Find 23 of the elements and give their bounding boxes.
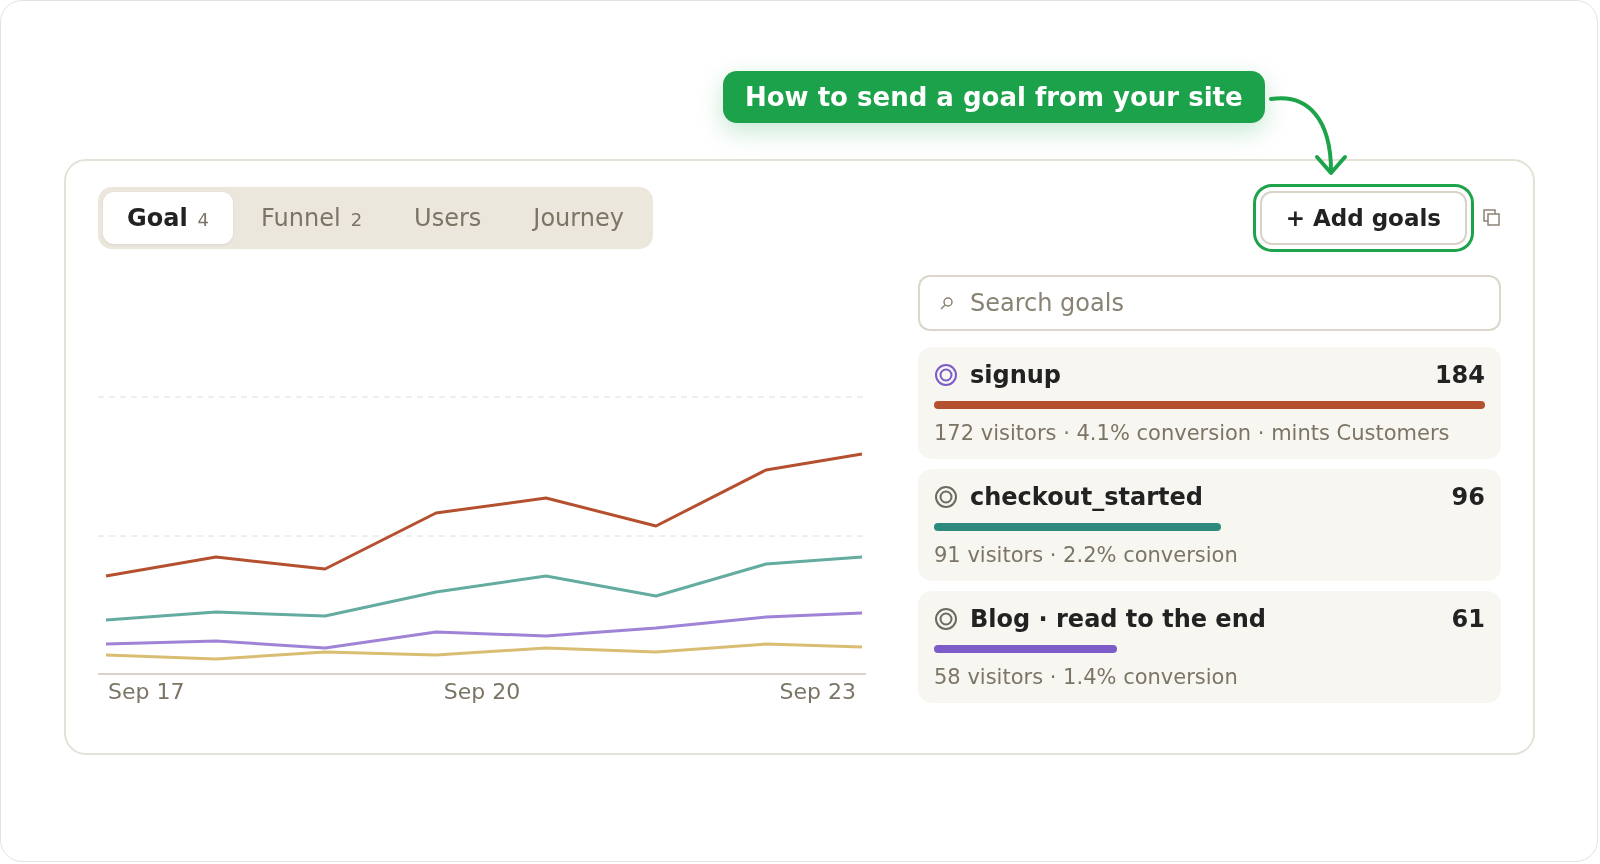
axis-label: Sep 17: [108, 679, 185, 704]
tab[interactable]: Journey: [509, 192, 648, 244]
goal-count: 61: [1451, 605, 1485, 633]
goal-card[interactable]: Blog · read to the end 61 58 visitors · 1.4% conversion: [918, 591, 1501, 703]
search-field[interactable]: Search goals: [918, 275, 1501, 331]
copy-icon[interactable]: [1483, 209, 1501, 227]
callout-banner: How to send a goal from your site: [723, 71, 1265, 123]
goal-name: checkout_started: [970, 483, 1204, 511]
tab[interactable]: Funnel 2: [237, 192, 387, 244]
tab[interactable]: Users: [390, 192, 506, 244]
goal-card[interactable]: checkout_started 96 91 visitors · 2.2% conversion: [918, 469, 1501, 581]
goal-count: 96: [1451, 483, 1485, 511]
search-icon: [940, 296, 954, 310]
goal-name: signup: [970, 361, 1063, 389]
goal-count: 184: [1434, 361, 1485, 389]
tab[interactable]: Goal 4: [103, 192, 234, 244]
goal-details: 172 visitors · 4.1% conversion · mints Customers: [934, 421, 1451, 445]
axis-label: Sep 20: [443, 679, 521, 704]
goal-card[interactable]: signup 184 172 visitors · 4.1% conversion · mints Customers: [918, 347, 1501, 459]
goal-name: Blog · read to the end: [970, 605, 1267, 633]
goal-details: 91 visitors · 2.2% conversion: [934, 543, 1239, 567]
goal-details: 58 visitors · 1.4% conversion: [934, 665, 1239, 689]
axis-label: Sep 23: [779, 679, 856, 704]
